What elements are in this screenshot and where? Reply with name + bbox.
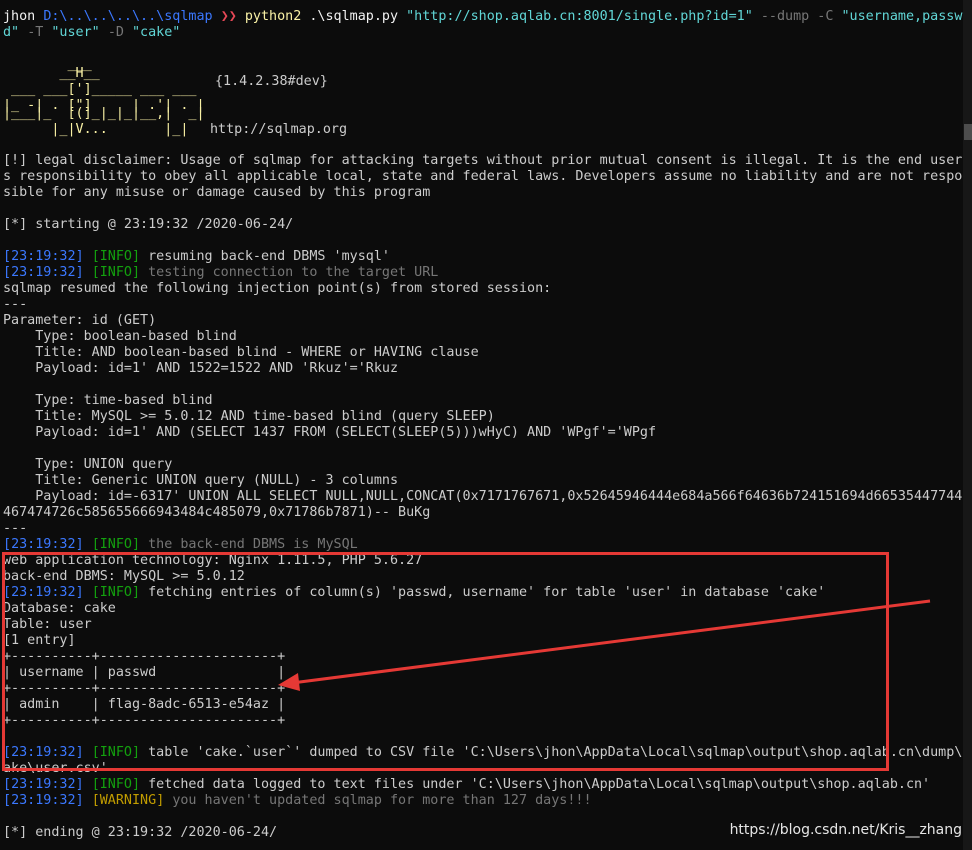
watermark: https://blog.csdn.net/Kris__zhang: [729, 822, 962, 838]
scrollbar-thumb[interactable]: [964, 124, 972, 140]
arrow-head: [278, 673, 300, 691]
annotation-arrow: [278, 599, 931, 691]
arrow-shaft: [291, 599, 931, 685]
scrollbar[interactable]: [963, 0, 972, 850]
